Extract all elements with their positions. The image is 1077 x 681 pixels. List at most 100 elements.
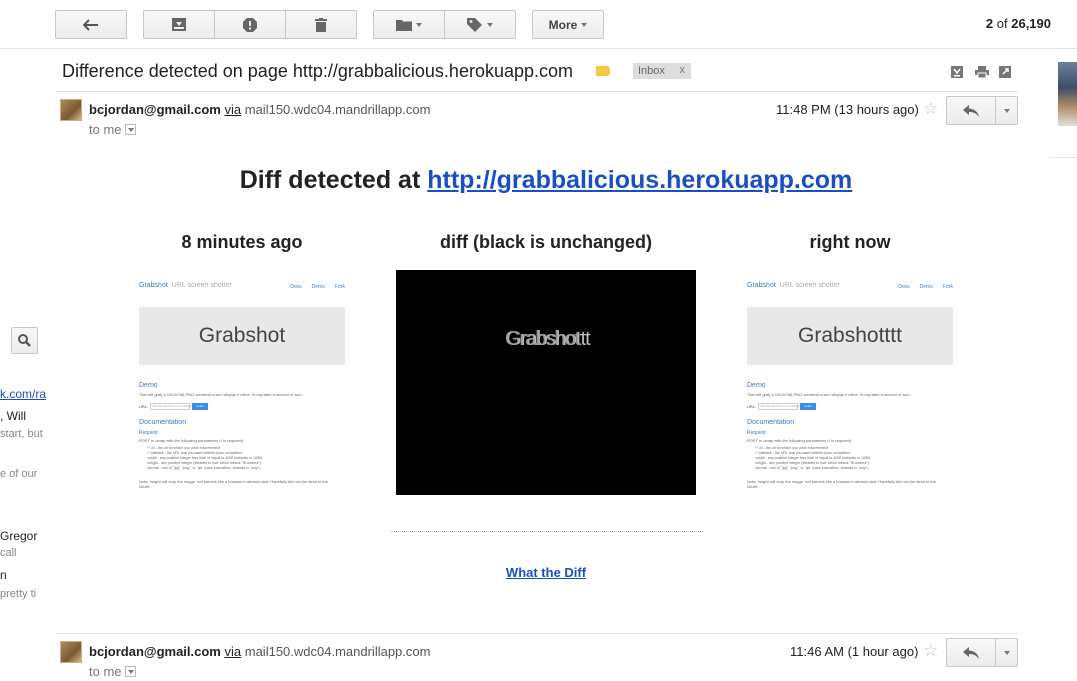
star-icon[interactable]: ☆ [923,100,939,117]
shot-brand: Grabshot URL screen shotter [747,282,840,289]
inbox-label-chip[interactable]: Inbox x [633,63,691,79]
report-spam-icon [243,17,257,32]
avatar [60,99,82,121]
shot-demo-text: This will grab a 1024x768 PNG screenshot… [747,392,913,397]
message-timestamp: 11:48 PM (13 hours ago) [776,102,919,117]
via-domain: mail150.wdc04.mandrillapp.com [244,644,431,659]
more-label: More [548,17,578,32]
chevron-down-icon [1003,108,1010,113]
shot-hero: Grabshot [139,307,345,365]
remove-label-button[interactable]: x [680,64,686,76]
recipient-text: to me [89,664,122,679]
shot-hero: Grabshotttt [747,307,953,365]
star-icon[interactable]: ☆ [923,642,939,659]
diff-heading-link[interactable]: http://grabbalicious.herokuapp.com [427,166,852,194]
back-to-inbox-button[interactable] [55,10,127,39]
search-button[interactable] [11,327,38,354]
reply-button-group [946,96,1018,125]
shot-doc-heading: Documentation [747,419,795,426]
trash-icon [315,17,327,32]
chevron-down-icon [581,22,588,27]
archive-button[interactable] [143,10,215,39]
what-the-diff-link[interactable]: What the Diff [506,565,586,580]
more-reply-options-button[interactable] [995,96,1018,125]
move-to-button[interactable] [373,10,445,39]
more-button[interactable]: More [532,10,604,39]
delete-button[interactable] [285,10,357,39]
more-reply-options-button[interactable] [995,638,1018,667]
back-arrow-icon [83,18,98,31]
show-details-dropdown[interactable] [124,124,136,135]
shot-param-list: * url - the url for which you want a scr… [147,446,337,471]
shot-note: Note: height will crop the image, not be… [139,479,328,489]
shot-url-row: URL: http://grabbalicious.herokuapp.com Gr… [747,403,817,410]
message-sender-line: bcjordan@gmail.com via mail150.wdc04.man… [89,102,430,117]
diff-image: Grabshottt Grabshot [396,270,696,495]
sidebar-divider [1049,157,1077,158]
shot-nav: Docs Demo Fork [898,284,953,290]
recipient-text: to me [89,122,122,137]
before-screenshot: Grabshot URL screen shotter Docs Demo Fork … [139,276,349,496]
report-spam-button[interactable] [214,10,286,39]
message-timestamp: 11:46 AM (1 hour ago) [790,644,919,659]
what-the-diff-row: What the Diff [0,565,1077,580]
sidebar-link-fragment[interactable]: k.com/ra [0,387,46,401]
message-divider [55,633,1018,634]
message-sender-line: bcjordan@gmail.com via mail150.wdc04.man… [89,644,430,659]
recipient-line: to me [89,122,136,137]
diff-heading-prefix: Diff detected at [239,166,421,194]
after-screenshot: Grabshot URL screen shotter Docs Demo Fork … [747,276,957,496]
pagination-count: 2 of 26,190 [986,16,1051,31]
contact-photo[interactable] [1058,62,1077,126]
shot-nav: Docs Demo Fork [290,284,345,290]
reply-button[interactable] [946,96,996,125]
pager-of: of [996,16,1008,31]
inbox-label-text: Inbox [638,65,665,77]
shot-doc-heading: Documentation [139,419,187,426]
sidebar-snippet: call [0,547,17,559]
expand-all-icon[interactable] [951,66,963,78]
show-details-dropdown[interactable] [124,666,136,677]
shot-demo-heading: Demo [747,382,766,389]
reply-arrow-icon [963,104,979,117]
shot-params-text: POST to /snap with the following paramet… [139,438,245,443]
reply-button-group [946,638,1018,667]
reply-button[interactable] [946,638,996,667]
shot-url-row: URL: http://grabbalicious.herokuapp.com Gr… [139,403,209,410]
shot-param-list: * url - the url for which you want a scr… [755,446,945,471]
via-link[interactable]: via [225,644,242,659]
sender-email[interactable]: bcjordan@gmail.com [89,644,221,659]
sender-email[interactable]: bcjordan@gmail.com [89,102,221,117]
chevron-down-icon [416,22,422,27]
shot-demo-text: This will grab a 1024x768 PNG screenshot… [139,392,305,397]
column-diff-heading: diff (black is unchanged) [439,232,653,252]
archive-icon [172,18,186,31]
search-icon [18,334,31,347]
reply-arrow-icon [963,646,979,659]
shot-params-text: POST to /snap with the following paramet… [747,438,853,443]
shot-demo-heading: Demo [139,382,158,389]
recipient-line: to me [89,664,136,679]
column-after-heading: right now [809,232,891,252]
shot-request-heading: Request [139,430,158,436]
via-domain: mail150.wdc04.mandrillapp.com [244,102,431,117]
sidebar-name-fragment: Gregor [0,529,38,543]
column-before-heading: 8 minutes ago [181,232,303,252]
sidebar-snippet: start, but [0,428,43,440]
toolbar-divider [0,48,1077,49]
via-link[interactable]: via [225,102,242,117]
pager-total: 26,190 [1011,16,1051,31]
footer-divider [390,531,703,532]
chevron-down-icon [1003,650,1010,655]
sidebar-name-fragment: , Will [0,409,26,423]
tag-icon [467,17,482,32]
avatar [60,641,82,663]
new-window-icon[interactable] [999,66,1011,78]
shot-request-heading: Request [747,430,766,436]
shot-note: Note: height will crop the image, not be… [747,479,936,489]
importance-marker-icon[interactable] [596,66,610,76]
print-icon[interactable] [975,66,989,78]
sidebar-name-fragment: n [0,568,7,582]
labels-button[interactable] [444,10,516,39]
folder-icon [396,19,412,31]
